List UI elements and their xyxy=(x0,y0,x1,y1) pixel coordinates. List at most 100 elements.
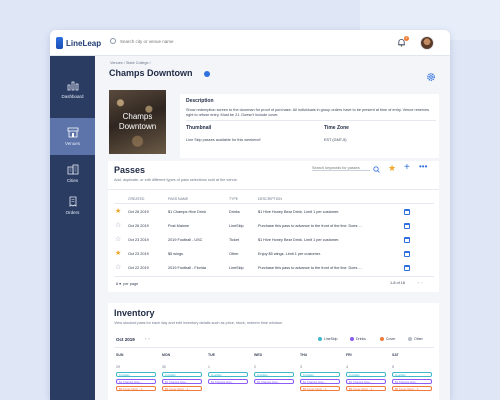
weekday-header: MON xyxy=(162,353,171,357)
legend-item: LineSkip xyxy=(318,337,337,341)
legend-label: LineSkip xyxy=(324,337,338,341)
calendar-icon[interactable] xyxy=(404,251,410,257)
lineskip-pill[interactable]: LineSkip xyxy=(116,372,156,377)
table-row[interactable]: ☆ Oct 23 2019 2019 Football - USC Ticket… xyxy=(108,233,439,247)
logo[interactable]: LineLeap xyxy=(56,37,101,49)
more-options-icon[interactable]: ••• xyxy=(419,163,427,171)
description-cell: $1 Hive Honey Bear Drink. Limit 1 per cu… xyxy=(258,238,340,242)
search-icon xyxy=(110,38,116,44)
description-cell: Purchase this pass to advance to the fro… xyxy=(258,224,362,228)
legend-dot xyxy=(318,337,322,341)
drinks-pill[interactable]: $1 Champs Hive... xyxy=(254,379,294,384)
column-header[interactable]: CREATED xyxy=(128,197,144,201)
sidebar-item-label: Orders xyxy=(65,210,80,215)
sidebar-item-label: Dashboard xyxy=(61,94,84,99)
sidebar: Dashboard Venues Cities Orders xyxy=(50,56,95,400)
passes-card: Passes Add, duplicate, or edit different… xyxy=(108,161,439,292)
cover-pill[interactable]: $5 Cover 10pm - 1... xyxy=(162,386,202,391)
description-cell: Purchase this pass to advance to the fro… xyxy=(258,266,362,270)
date-number: 5 xyxy=(392,365,394,369)
divider xyxy=(186,120,436,121)
description-text: Show redemption screen to the doorman fo… xyxy=(186,108,430,117)
legend-item: Cover xyxy=(380,337,395,341)
cover-pill[interactable]: $5 Cover 10pm - 1... xyxy=(346,386,386,391)
lineskip-pill[interactable]: LineSkip xyxy=(254,372,294,377)
avatar[interactable] xyxy=(420,36,434,50)
storefront-icon xyxy=(67,127,78,138)
pass-name-cell: 2019 Football - Florida xyxy=(168,266,206,270)
star-icon[interactable]: ★ xyxy=(115,250,121,257)
venue-thumbnail: Champs Downtown xyxy=(109,90,166,154)
drinks-pill[interactable]: $1 Champs Hive... xyxy=(116,379,156,384)
cover-pill[interactable]: $5 Cover 10pm - 1... xyxy=(392,386,432,391)
calendar-icon[interactable] xyxy=(404,209,410,215)
drinks-pill[interactable]: $1 Champs Hive... xyxy=(208,379,248,384)
calendar-icon[interactable] xyxy=(404,237,410,243)
type-cell: Ticket xyxy=(229,238,239,242)
calendar-icon[interactable] xyxy=(404,223,410,229)
lineskip-pill[interactable]: LineSkip xyxy=(162,372,202,377)
inventory-title: Inventory xyxy=(114,308,155,318)
pass-name-cell: 2019 Football - USC xyxy=(168,238,203,242)
buildings-icon xyxy=(67,164,78,175)
pass-name-cell: $1 Champs Hive Drink xyxy=(168,210,206,214)
lineskip-pill[interactable]: LineSkip xyxy=(346,372,386,377)
pass-name-cell: $5 wings xyxy=(168,252,183,256)
table-row[interactable]: ★ Oct 26 2019 $1 Champs Hive Drink Drink… xyxy=(108,205,439,219)
calendar-icon[interactable] xyxy=(404,265,410,271)
drinks-pill[interactable]: $1 Champs Hive... xyxy=(300,379,340,384)
date-number: 30 xyxy=(162,365,166,369)
table-row[interactable]: ★ Oct 23 2019 $5 wings Other Enjoy $5 wi… xyxy=(108,247,439,261)
star-icon[interactable]: ☆ xyxy=(115,264,121,271)
date-number: 2 xyxy=(254,365,256,369)
drinks-pill[interactable]: $1 Champs Hive... xyxy=(162,379,202,384)
divider xyxy=(108,189,439,190)
description-label: Description xyxy=(186,98,214,104)
column-header[interactable]: TYPE xyxy=(229,197,238,201)
thumbnail-text: Line Skip passes available for this week… xyxy=(186,138,261,142)
type-cell: LineSkip xyxy=(229,266,244,270)
bar-chart-icon xyxy=(67,81,78,91)
table-row[interactable]: ☆ Oct 26 2019 Post Malone LineSkip Purch… xyxy=(108,219,439,233)
lineskip-pill[interactable]: LineSkip xyxy=(208,372,248,377)
venue-details-card: Description Show redemption screen to th… xyxy=(180,94,439,158)
divider xyxy=(114,203,434,204)
star-icon[interactable]: ☆ xyxy=(115,222,121,229)
sidebar-item-label: Venues xyxy=(64,141,80,146)
drinks-pill[interactable]: $1 Champs Hive... xyxy=(346,379,386,384)
thumbnail-label: Thumbnail xyxy=(186,125,212,131)
column-header[interactable]: PASS NAME xyxy=(168,197,188,201)
lineskip-pill[interactable]: LineSkip xyxy=(300,372,340,377)
sidebar-item-dashboard[interactable]: Dashboard xyxy=(50,71,95,108)
per-page-label: per page xyxy=(123,282,139,286)
legend-item: Other xyxy=(408,337,423,341)
weekday-header: THU xyxy=(300,353,308,357)
star-icon[interactable]: ★ xyxy=(115,208,121,215)
gear-icon[interactable] xyxy=(426,72,436,82)
column-header[interactable]: DESCRIPTION xyxy=(258,197,282,201)
table-row[interactable]: ☆ Oct 22 2019 2019 Football - Florida Li… xyxy=(108,261,439,275)
breadcrumb[interactable]: Venues / State College / xyxy=(110,61,151,65)
weekday-header: SUN xyxy=(116,353,124,357)
passes-search-input[interactable] xyxy=(312,166,370,171)
logo-text: LineLeap xyxy=(66,38,102,48)
favorites-star-icon[interactable]: ★ xyxy=(388,164,396,173)
per-page-select[interactable]: 8 ▾ per page xyxy=(116,281,138,286)
notification-badge: 2 xyxy=(404,36,409,41)
search-icon[interactable] xyxy=(373,166,380,173)
created-cell: Oct 26 2019 xyxy=(128,210,149,214)
legend-dot xyxy=(408,337,412,341)
cover-pill[interactable]: $5 Cover 10pm - 1... xyxy=(116,386,156,391)
cover-pill[interactable]: $5 Cover 10pm - 1... xyxy=(300,386,340,391)
add-pass-icon[interactable]: + xyxy=(404,163,410,173)
timezone-value: EST (GMT-5) xyxy=(324,138,347,142)
drinks-pill[interactable]: $1 Champs Hive... xyxy=(392,379,432,384)
search-input[interactable] xyxy=(120,38,240,44)
inventory-subtitle: View stocked pass for each day and edit … xyxy=(114,321,283,325)
month-nav-arrows[interactable]: ‹ › xyxy=(145,337,150,341)
sidebar-item-orders[interactable]: Orders xyxy=(50,187,95,224)
sidebar-item-venues[interactable]: Venues xyxy=(50,118,95,155)
pagination-arrows[interactable]: ‹ › xyxy=(418,281,423,285)
star-icon[interactable]: ☆ xyxy=(115,236,121,243)
lineskip-pill[interactable]: LineSkip xyxy=(392,372,432,377)
